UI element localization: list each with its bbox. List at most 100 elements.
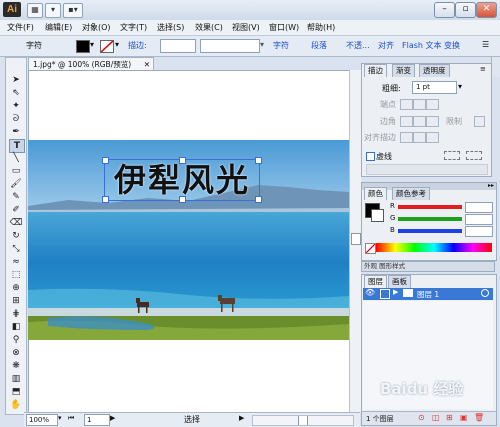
artboard-tool-icon[interactable]: ⬒ bbox=[9, 386, 23, 398]
shape-builder-tool-icon[interactable]: ⊕ bbox=[9, 282, 23, 294]
opacity-link[interactable]: 不透... bbox=[346, 40, 370, 51]
column-graph-tool-icon[interactable]: ▥ bbox=[9, 373, 23, 385]
magic-wand-tool-icon[interactable]: ✦ bbox=[9, 100, 23, 112]
menu-help[interactable]: 帮助(H) bbox=[307, 22, 335, 34]
tab-artboards[interactable]: 画板 bbox=[388, 275, 411, 288]
align-outside-button[interactable] bbox=[426, 132, 439, 143]
mesh-tool-icon[interactable]: ⋕ bbox=[9, 308, 23, 320]
dash-preserve-icon[interactable] bbox=[444, 151, 460, 160]
dash-align-icon[interactable] bbox=[466, 151, 482, 160]
gradient-tool-icon[interactable]: ◧ bbox=[9, 321, 23, 333]
symbol-sprayer-tool-icon[interactable]: ❋ bbox=[9, 360, 23, 372]
direct-selection-tool-icon[interactable]: ⇖ bbox=[9, 87, 23, 99]
tab-color-guide[interactable]: 颜色参考 bbox=[392, 187, 430, 200]
miter-join-button[interactable] bbox=[400, 116, 413, 127]
stroke-weight-field[interactable]: 1 pt bbox=[412, 81, 457, 94]
menu-select[interactable]: 选择(S) bbox=[157, 22, 184, 34]
minimize-button[interactable]: – bbox=[434, 2, 455, 18]
workspace-icon[interactable]: ▪▾ bbox=[63, 3, 83, 18]
new-sublayer-icon[interactable]: ⊞ bbox=[446, 413, 453, 422]
pencil-tool-icon[interactable]: ✎ bbox=[9, 191, 23, 203]
style-dropdown-icon[interactable]: ▾ bbox=[260, 40, 264, 49]
document-tab[interactable]: 1.jpg* @ 100% (RGB/预览) ✕ bbox=[28, 57, 154, 71]
target-icon[interactable] bbox=[481, 289, 489, 297]
weight-dropdown-icon[interactable]: ▾ bbox=[458, 82, 462, 91]
next-page-icon[interactable]: ▶ bbox=[110, 414, 115, 422]
lasso-tool-icon[interactable]: ᘐ bbox=[9, 113, 23, 125]
status-arrow-icon[interactable]: ▶ bbox=[239, 414, 244, 422]
maximize-button[interactable]: ▫ bbox=[455, 2, 476, 18]
control-menu-icon[interactable]: ☰ bbox=[482, 40, 489, 49]
hand-tool-icon[interactable]: ✋ bbox=[9, 399, 23, 411]
menu-view[interactable]: 视图(V) bbox=[232, 22, 260, 34]
line-tool-icon[interactable]: ╲ bbox=[9, 152, 23, 164]
fill-swatch[interactable] bbox=[76, 40, 90, 53]
visibility-eye-icon[interactable]: 👁 bbox=[365, 288, 375, 297]
clipping-mask-icon[interactable]: ◫ bbox=[432, 413, 440, 422]
type-tool-icon[interactable]: T bbox=[9, 139, 25, 153]
character-link[interactable]: 字符 bbox=[273, 40, 289, 51]
limit-field[interactable] bbox=[474, 116, 485, 127]
align-center-button[interactable] bbox=[400, 132, 413, 143]
first-page-icon[interactable]: ⏮ bbox=[68, 414, 74, 423]
align-inside-button[interactable] bbox=[413, 132, 426, 143]
rotate-tool-icon[interactable]: ↻ bbox=[9, 230, 23, 242]
tab-layers[interactable]: 图层 bbox=[364, 275, 387, 288]
stroke-weight-input[interactable] bbox=[160, 39, 196, 53]
blob-brush-tool-icon[interactable]: ✐ bbox=[9, 204, 23, 216]
new-layer-icon[interactable]: ▣ bbox=[460, 413, 468, 422]
g-value-field[interactable] bbox=[465, 214, 493, 225]
arrange-icon[interactable]: ▾ bbox=[45, 3, 61, 18]
warp-tool-icon[interactable]: ≈ bbox=[9, 256, 23, 268]
eraser-tool-icon[interactable]: ⌫ bbox=[9, 217, 23, 229]
stroke-swatch[interactable] bbox=[100, 40, 114, 53]
collapsed-panel-tabs[interactable]: 外观 图形样式 bbox=[361, 261, 495, 272]
flash-text-link[interactable]: Flash 文本 bbox=[402, 40, 442, 51]
close-button[interactable]: ✕ bbox=[476, 2, 497, 18]
rectangle-tool-icon[interactable]: ▭ bbox=[9, 165, 23, 177]
none-color-icon[interactable] bbox=[365, 243, 376, 254]
projecting-cap-button[interactable] bbox=[426, 99, 439, 110]
page-field[interactable]: 1 bbox=[84, 414, 110, 426]
stroke-dropdown-icon[interactable]: ▾ bbox=[115, 40, 119, 49]
lock-toggle[interactable] bbox=[380, 289, 390, 299]
menu-edit[interactable]: 编辑(E) bbox=[45, 22, 72, 34]
bevel-join-button[interactable] bbox=[426, 116, 439, 127]
menu-object[interactable]: 对象(O) bbox=[82, 22, 111, 34]
tab-color[interactable]: 颜色 bbox=[364, 187, 387, 200]
paragraph-link[interactable]: 段落 bbox=[311, 40, 327, 51]
r-value-field[interactable] bbox=[465, 202, 493, 213]
menu-effect[interactable]: 效果(C) bbox=[195, 22, 223, 34]
b-value-field[interactable] bbox=[465, 226, 493, 237]
locate-object-icon[interactable]: ⊙ bbox=[418, 413, 425, 422]
menu-file[interactable]: 文件(F) bbox=[7, 22, 34, 34]
pen-tool-icon[interactable]: ✒ bbox=[9, 126, 23, 138]
selection-tool-icon[interactable]: ➤ bbox=[9, 74, 23, 86]
round-cap-button[interactable] bbox=[413, 99, 426, 110]
expand-arrow-icon[interactable]: ▶ bbox=[393, 288, 398, 296]
free-transform-tool-icon[interactable]: ⬚ bbox=[9, 269, 23, 281]
menu-type[interactable]: 文字(T) bbox=[120, 22, 147, 34]
tab-transparency[interactable]: 透明度 bbox=[419, 64, 450, 77]
menu-window[interactable]: 窗口(W) bbox=[269, 22, 299, 34]
r-slider[interactable] bbox=[398, 205, 462, 209]
round-join-button[interactable] bbox=[413, 116, 426, 127]
stroke-color-swatch[interactable] bbox=[371, 209, 384, 222]
perspective-grid-tool-icon[interactable]: ⊞ bbox=[9, 295, 23, 307]
zoom-dropdown-icon[interactable]: ▾ bbox=[58, 414, 62, 422]
bridge-icon[interactable]: ▦ bbox=[27, 3, 43, 18]
eyedropper-tool-icon[interactable]: ⚲ bbox=[9, 334, 23, 346]
align-link[interactable]: 对齐 bbox=[378, 40, 394, 51]
blend-tool-icon[interactable]: ⊗ bbox=[9, 347, 23, 359]
b-slider[interactable] bbox=[398, 229, 462, 233]
butt-cap-button[interactable] bbox=[400, 99, 413, 110]
panel-menu-icon[interactable]: ≡ bbox=[480, 65, 486, 73]
g-slider[interactable] bbox=[398, 217, 462, 221]
color-spectrum[interactable] bbox=[376, 243, 492, 252]
scale-tool-icon[interactable]: ⤡ bbox=[9, 243, 23, 255]
scroll-thumb[interactable] bbox=[351, 233, 361, 245]
hscroll-thumb[interactable] bbox=[298, 416, 308, 425]
horizontal-scrollbar[interactable] bbox=[252, 415, 354, 426]
transform-link[interactable]: 变换 bbox=[444, 40, 460, 51]
style-input[interactable] bbox=[200, 39, 260, 53]
